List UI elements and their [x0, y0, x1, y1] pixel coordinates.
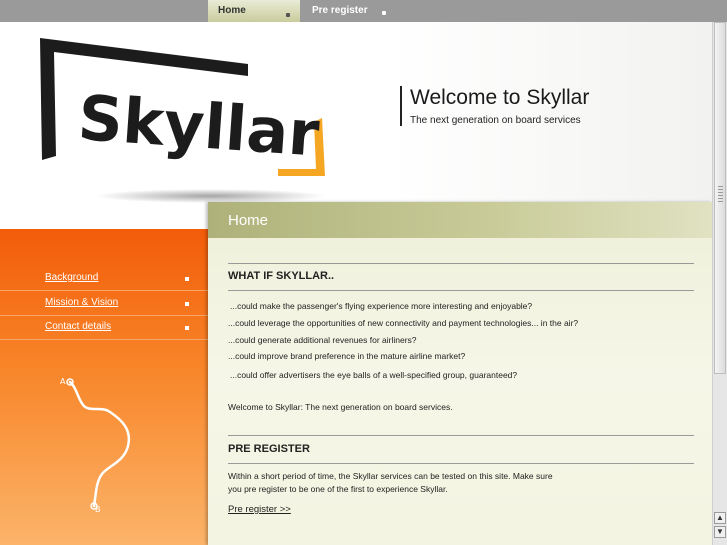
sidebar-item-background[interactable]: Background	[0, 267, 210, 291]
pre-register-link[interactable]: Pre register >>	[228, 504, 291, 515]
vertical-scrollbar[interactable]: ▲ ▼	[712, 22, 727, 545]
sidebar-item-label: Mission & Vision	[45, 297, 119, 308]
bullet-icon	[185, 277, 189, 281]
section-heading-what-if: WHAT IF SKYLLAR..	[228, 270, 335, 282]
tab-home-label: Home	[218, 5, 246, 16]
divider	[228, 263, 694, 264]
tab-pre-register[interactable]: Pre register	[302, 0, 394, 22]
pre-register-text: Within a short period of time, the Skyll…	[228, 471, 553, 494]
route-map-illustration: A B	[60, 377, 131, 514]
header-divider	[400, 86, 402, 126]
bullet-icon	[382, 11, 386, 15]
top-nav-bar: Home Pre register	[0, 0, 727, 22]
svg-text:B: B	[95, 505, 101, 514]
scroll-down-button[interactable]: ▼	[714, 526, 726, 538]
svg-text:Skyllar: Skyllar	[76, 81, 322, 171]
welcome-subtitle: The next generation on board services	[410, 115, 581, 126]
question-line: ...could generate additional revenues fo…	[228, 335, 417, 345]
sidebar-item-contact-details[interactable]: Contact details	[0, 316, 210, 340]
welcome-title: Welcome to Skyllar	[410, 86, 590, 109]
question-line: ...could leverage the opportunities of n…	[228, 318, 579, 328]
header: Skyllar Welcome to Skyllar The next gene…	[0, 22, 712, 203]
welcome-statement: Welcome to Skyllar: The next generation …	[228, 402, 453, 412]
bullet-icon	[185, 326, 189, 330]
sidebar-item-mission-vision[interactable]: Mission & Vision	[0, 292, 210, 316]
section-heading-pre-register: PRE REGISTER	[228, 443, 310, 455]
page-title: Home	[228, 212, 269, 229]
scroll-up-button[interactable]: ▲	[714, 512, 726, 524]
grip-icon	[718, 186, 723, 202]
main-content-panel: Home WHAT IF SKYLLAR.. ...could make the…	[208, 202, 712, 545]
divider	[228, 435, 694, 436]
svg-text:A: A	[60, 377, 66, 386]
divider	[228, 290, 694, 291]
panel-header: Home	[208, 202, 712, 238]
divider	[228, 463, 694, 464]
question-line: ...could make the passenger's flying exp…	[230, 301, 533, 311]
scrollbar-thumb[interactable]	[714, 22, 726, 374]
sidebar-item-label: Contact details	[45, 321, 112, 332]
question-line: ...could offer advertisers the eye balls…	[230, 370, 518, 380]
bullet-icon	[286, 13, 290, 17]
skyllar-logo: Skyllar	[40, 38, 325, 203]
sidebar-item-label: Background	[45, 272, 99, 283]
bullet-icon	[185, 302, 189, 306]
tab-pre-register-label: Pre register	[312, 5, 368, 16]
question-line: ...could improve brand preference in the…	[228, 351, 466, 361]
tab-home[interactable]: Home	[208, 0, 300, 22]
